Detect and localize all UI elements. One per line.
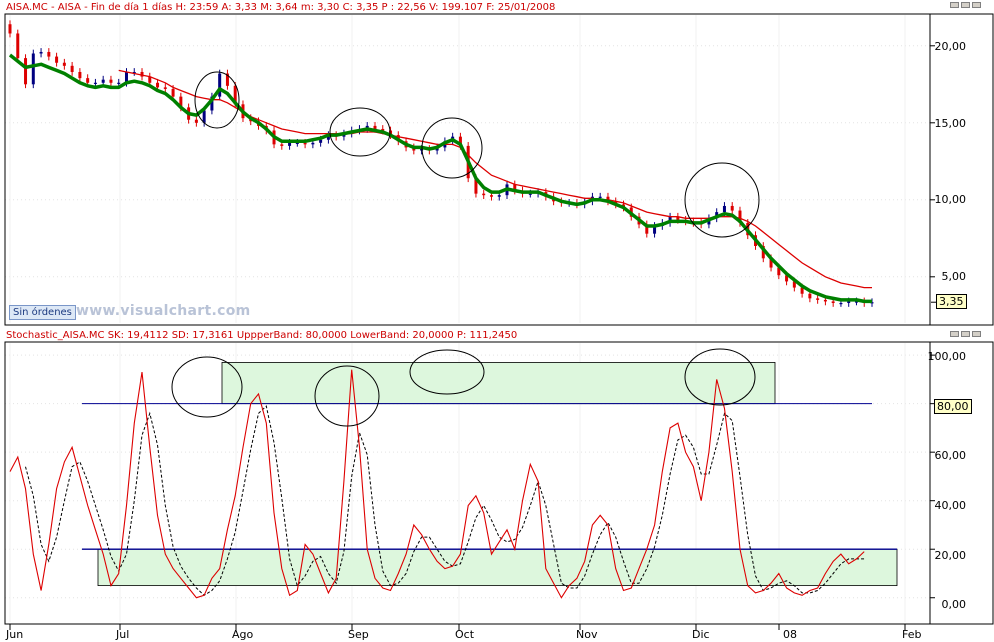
price-tick: 20,00 — [934, 40, 967, 53]
chart-frames — [4, 13, 994, 625]
candle-body — [311, 142, 315, 145]
restore-button[interactable] — [961, 2, 970, 8]
candle-body — [39, 51, 43, 54]
close-button[interactable] — [972, 2, 981, 8]
candle-body — [78, 71, 82, 79]
candle-body — [70, 65, 74, 72]
x-tick: Jun — [6, 628, 24, 641]
watermark: www.visualchart.com — [76, 303, 251, 319]
price-tick: 15,00 — [934, 117, 967, 130]
x-tick: Feb — [902, 628, 922, 641]
candle-body — [808, 293, 812, 299]
stoch-restore-button[interactable] — [961, 331, 970, 337]
candle-body — [497, 195, 501, 197]
candle-body — [482, 193, 486, 196]
price-marks — [8, 20, 874, 307]
candle-body — [62, 62, 66, 66]
candle-body — [109, 79, 113, 83]
minimize-button[interactable] — [950, 2, 959, 8]
stoch-bands — [82, 362, 898, 587]
candle-body — [101, 79, 105, 83]
stoch-close-button[interactable] — [972, 331, 981, 337]
candle-body — [55, 56, 59, 63]
candle-body — [373, 125, 377, 129]
x-tick: Ago — [232, 628, 254, 641]
candle-body — [280, 144, 284, 146]
stoch-axis-frame — [929, 341, 994, 625]
candle-body — [598, 196, 602, 198]
candle-body — [847, 301, 851, 303]
stoch-tick: 20,00 — [934, 549, 967, 562]
stoch-band-label: 80,00 — [934, 399, 972, 414]
candle-body — [86, 78, 90, 83]
stoch-tick: 60,00 — [934, 449, 967, 462]
candle-body — [156, 82, 160, 88]
stoch-tick: 40,00 — [934, 499, 967, 512]
candle-body — [47, 51, 51, 57]
candle-body — [816, 298, 820, 300]
x-tick: Nov — [576, 628, 598, 641]
sin-ordenes-button[interactable]: Sin órdenes — [9, 305, 76, 320]
candle-body — [303, 142, 307, 145]
slow-moving-average-line — [118, 69, 872, 289]
x-tick: Jul — [116, 628, 130, 641]
candle-body — [194, 119, 198, 123]
price-tick: 5,00 — [941, 270, 967, 283]
candle-body — [823, 299, 827, 302]
stoch-header: Stochastic_AISA.MC SK: 19,4112 SD: 17,31… — [6, 330, 518, 341]
last-price-label: 3,35 — [936, 294, 967, 309]
candle-body — [163, 87, 167, 89]
candle-body — [202, 110, 206, 123]
candle-body — [722, 205, 726, 213]
candle-body — [117, 82, 121, 84]
candle-body — [16, 33, 20, 59]
x-tick: Dic — [692, 628, 710, 641]
stoch-tick: 100,00 — [927, 350, 967, 363]
candle-body — [319, 139, 323, 143]
candle-body — [288, 142, 292, 146]
candle-body — [24, 58, 28, 85]
candle-body — [8, 24, 12, 34]
x-tick: Oct — [455, 628, 475, 641]
candle-body — [730, 205, 734, 211]
x-tick: 08 — [783, 628, 797, 641]
chart-canvas — [4, 13, 994, 630]
candle-body — [489, 195, 493, 197]
candle-body — [831, 301, 835, 303]
candle-body — [93, 82, 97, 84]
candle-body — [171, 88, 175, 97]
upper-band-box — [221, 362, 776, 405]
lower-band-box — [97, 548, 898, 587]
candle-body — [839, 302, 843, 305]
candle-body — [31, 53, 35, 85]
price-header: AISA.MC - AISA - Fin de día 1 días H: 23… — [6, 2, 556, 13]
price-tick: 10,00 — [934, 193, 967, 206]
stoch-minimize-button[interactable] — [950, 331, 959, 337]
x-tick: Sep — [348, 628, 369, 641]
stoch-tick: 0,00 — [941, 598, 967, 611]
fast-moving-average-line — [8, 53, 872, 304]
